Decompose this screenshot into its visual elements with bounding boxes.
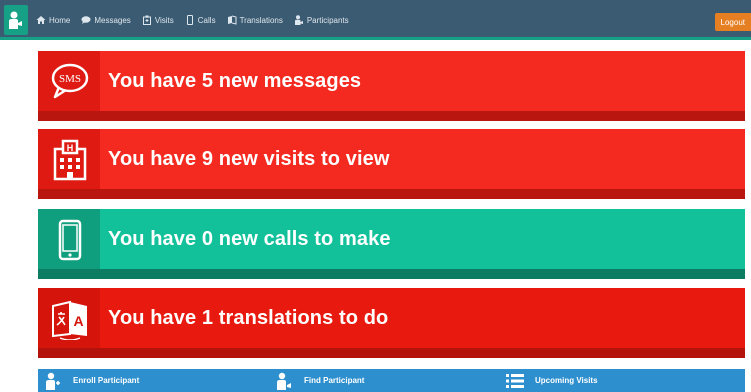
translations-tile[interactable]: A You have 1 translations to do [38,288,745,358]
enroll-icon [44,372,62,390]
nav-calls-label: Calls [197,15,216,25]
messages-tile-strip [38,111,745,121]
messages-tile[interactable]: SMS You have 5 new messages [38,51,745,121]
calls-tile-strip [38,269,745,279]
chat-icon [81,16,91,24]
nav-calls[interactable]: Calls [185,15,216,25]
upcoming-visits-button[interactable]: Upcoming Visits [500,369,731,392]
nav-home[interactable]: Home [36,15,70,25]
brand-logo[interactable] [4,5,28,35]
visits-tile[interactable]: H You have 9 new visits to view [38,129,745,199]
phone-icon [186,15,193,25]
translate-icon [227,15,237,25]
hospital-building-icon: H [53,139,87,181]
find-participant-icon [275,372,293,390]
find-participant-label: Find Participant [304,376,365,385]
nav-messages[interactable]: Messages [81,15,131,25]
sms-bubble-icon: SMS [51,63,89,99]
nav-messages-label: Messages [94,15,131,25]
calls-tile-label: You have 0 new calls to make [108,227,391,250]
calls-tile-iconbox [38,209,100,269]
nav-participants[interactable]: Participants [294,15,349,25]
sms-icon-text: SMS [59,73,81,85]
visits-tile-label: You have 9 new visits to view [108,147,390,170]
quick-actions-bar: Enroll Participant Find Participant Upco… [38,369,745,392]
translations-tile-iconbox: A [38,288,100,348]
translations-tile-label: You have 1 translations to do [108,306,389,329]
visits-tile-strip [38,189,745,199]
translate-icon-text: A [73,313,83,329]
participant-icon [294,15,303,25]
mobile-phone-icon [58,219,82,261]
top-navbar: Home Messages Visits Calls Translations … [0,0,751,40]
list-icon [506,372,524,390]
nav-translations-label: Translations [239,15,283,25]
translations-tile-strip [38,348,745,358]
enroll-participant-button[interactable]: Enroll Participant [38,369,269,392]
visits-tile-iconbox: H [38,129,100,189]
nav-visits[interactable]: Visits [142,15,174,25]
nav-translations[interactable]: Translations [227,15,283,25]
messages-tile-label: You have 5 new messages [108,69,362,92]
hospital-icon [142,15,151,25]
messages-tile-iconbox: SMS [38,51,100,111]
hospital-icon-text: H [67,143,74,153]
find-participant-button[interactable]: Find Participant [269,369,500,392]
calls-tile[interactable]: You have 0 new calls to make [38,209,745,279]
participant-logo-icon [9,11,22,29]
translate-book-icon: A [52,300,87,340]
home-icon [36,16,46,24]
nav-home-label: Home [49,15,71,25]
upcoming-visits-label: Upcoming Visits [535,376,598,385]
nav-visits-label: Visits [154,15,174,25]
enroll-participant-label: Enroll Participant [73,376,140,385]
logout-button[interactable]: Logout [714,13,751,31]
nav-participants-label: Participants [306,15,349,25]
